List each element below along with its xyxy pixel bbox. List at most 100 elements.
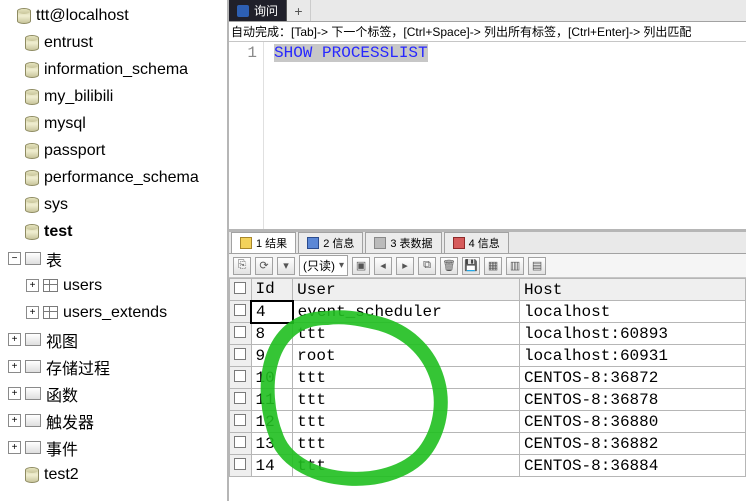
row-checkbox-cell[interactable] bbox=[230, 389, 252, 411]
expander-icon[interactable]: − bbox=[8, 252, 21, 265]
table-row[interactable]: 14tttCENTOS-8:36884 bbox=[230, 455, 746, 477]
expander-icon[interactable]: + bbox=[8, 414, 21, 427]
text-view-button[interactable]: ▤ bbox=[528, 257, 546, 275]
tree-item-sys[interactable]: sys bbox=[0, 191, 227, 218]
sql-statement[interactable]: SHOW PROCESSLIST bbox=[274, 44, 428, 62]
tree-item-performance_schema[interactable]: performance_schema bbox=[0, 164, 227, 191]
cell-host[interactable]: CENTOS-8:36880 bbox=[519, 411, 745, 433]
database-tree-sidebar: ttt@localhostentrust information_schemamy… bbox=[0, 0, 229, 501]
row-checkbox-cell[interactable] bbox=[230, 323, 252, 345]
cell-host[interactable]: CENTOS-8:36872 bbox=[519, 367, 745, 389]
cell-id[interactable]: 8 bbox=[251, 323, 293, 345]
cell-id[interactable]: 4 bbox=[251, 301, 293, 323]
cell-user[interactable]: ttt bbox=[293, 411, 520, 433]
cell-user[interactable]: ttt bbox=[293, 455, 520, 477]
refresh-button[interactable]: ⟳ bbox=[255, 257, 273, 275]
result-tab-label: 3 表数据 bbox=[390, 235, 432, 251]
table-row[interactable]: 12tttCENTOS-8:36880 bbox=[230, 411, 746, 433]
row-checkbox-cell[interactable] bbox=[230, 455, 252, 477]
cell-id[interactable]: 10 bbox=[251, 367, 293, 389]
expander-icon[interactable]: + bbox=[26, 306, 39, 319]
result-tab-2 信息[interactable]: 2 信息 bbox=[298, 232, 363, 253]
tree-item-users[interactable]: +users bbox=[0, 272, 227, 299]
table-row[interactable]: 10tttCENTOS-8:36872 bbox=[230, 367, 746, 389]
tree-item-ttt@localhost[interactable]: ttt@localhost bbox=[0, 2, 227, 29]
tree-item-passport[interactable]: passport bbox=[0, 137, 227, 164]
query-tab[interactable]: 询问 bbox=[229, 0, 287, 21]
copy-button[interactable]: ⧉ bbox=[418, 257, 436, 275]
expander-icon[interactable]: + bbox=[8, 360, 21, 373]
export-button[interactable]: ⎘ bbox=[233, 257, 251, 275]
dropdown-button[interactable]: ▾ bbox=[277, 257, 295, 275]
result-tab-4 信息[interactable]: 4 信息 bbox=[444, 232, 509, 253]
cell-id[interactable]: 12 bbox=[251, 411, 293, 433]
tree-item-表[interactable]: −表 bbox=[0, 245, 227, 272]
table-row[interactable]: 8tttlocalhost:60893 bbox=[230, 323, 746, 345]
tree-item-entrust[interactable]: entrust bbox=[0, 29, 227, 56]
result-tab-strip: 1 结果2 信息 3 表数据 4 信息 bbox=[229, 232, 746, 254]
cell-host[interactable]: localhost:60893 bbox=[519, 323, 745, 345]
cell-user[interactable]: ttt bbox=[293, 367, 520, 389]
result-tab-3 表数据[interactable]: 3 表数据 bbox=[365, 232, 441, 253]
row-checkbox-cell[interactable] bbox=[230, 367, 252, 389]
tree-item-函数[interactable]: +函数 bbox=[0, 380, 227, 407]
result-tab-icon bbox=[374, 237, 386, 249]
tree-item-视图[interactable]: +视图 bbox=[0, 326, 227, 353]
tree-item-information_schema[interactable]: information_schema bbox=[0, 56, 227, 83]
cell-user[interactable]: ttt bbox=[293, 323, 520, 345]
column-header-User[interactable]: User bbox=[293, 279, 520, 301]
prev-row-button[interactable]: ◂ bbox=[374, 257, 392, 275]
table-row[interactable]: 9rootlocalhost:60931 bbox=[230, 345, 746, 367]
row-checkbox-cell[interactable] bbox=[230, 433, 252, 455]
form-view-button[interactable]: ▥ bbox=[506, 257, 524, 275]
first-row-button[interactable]: ▣ bbox=[352, 257, 370, 275]
expander-icon[interactable]: + bbox=[26, 279, 39, 292]
cell-user[interactable]: root bbox=[293, 345, 520, 367]
delete-row-button[interactable]: 🗑 bbox=[440, 257, 458, 275]
cell-id[interactable]: 11 bbox=[251, 389, 293, 411]
table-row[interactable]: 4event_schedulerlocalhost bbox=[230, 301, 746, 323]
cell-host[interactable]: localhost:60931 bbox=[519, 345, 745, 367]
tree-item-test2[interactable]: test2 bbox=[0, 461, 227, 488]
sql-editor[interactable]: 1 SHOW PROCESSLIST bbox=[229, 42, 746, 232]
row-checkbox-cell[interactable] bbox=[230, 345, 252, 367]
cell-host[interactable]: CENTOS-8:36882 bbox=[519, 433, 745, 455]
tree-item-label: performance_schema bbox=[44, 169, 199, 187]
tree-item-my_bilibili[interactable]: my_bilibili bbox=[0, 83, 227, 110]
cell-user[interactable]: ttt bbox=[293, 389, 520, 411]
column-header-Host[interactable]: Host bbox=[519, 279, 745, 301]
grid-view-button[interactable]: ▦ bbox=[484, 257, 502, 275]
expander-icon[interactable]: + bbox=[8, 441, 21, 454]
tree-item-触发器[interactable]: +触发器 bbox=[0, 407, 227, 434]
result-tab-1 结果[interactable]: 1 结果 bbox=[231, 232, 296, 253]
tree-item-label: information_schema bbox=[44, 61, 188, 79]
select-all-header[interactable] bbox=[230, 279, 252, 301]
tree-item-test[interactable]: test bbox=[0, 218, 227, 245]
tree-item-mysql[interactable]: mysql bbox=[0, 110, 227, 137]
result-grid[interactable]: IdUserHost4event_schedulerlocalhost8tttl… bbox=[229, 278, 746, 477]
tree-item-事件[interactable]: +事件 bbox=[0, 434, 227, 461]
next-row-button[interactable]: ▸ bbox=[396, 257, 414, 275]
tree-item-存储过程[interactable]: +存储过程 bbox=[0, 353, 227, 380]
cell-host[interactable]: CENTOS-8:36884 bbox=[519, 455, 745, 477]
cell-id[interactable]: 13 bbox=[251, 433, 293, 455]
readonly-mode-select[interactable]: (只读) bbox=[299, 255, 348, 276]
cell-id[interactable]: 9 bbox=[251, 345, 293, 367]
sql-code-line[interactable]: SHOW PROCESSLIST bbox=[264, 42, 428, 229]
cell-user[interactable]: ttt bbox=[293, 433, 520, 455]
cell-host[interactable]: CENTOS-8:36878 bbox=[519, 389, 745, 411]
table-row[interactable]: 13tttCENTOS-8:36882 bbox=[230, 433, 746, 455]
database-icon bbox=[25, 467, 39, 483]
save-button[interactable]: 💾 bbox=[462, 257, 480, 275]
cell-user[interactable]: event_scheduler bbox=[293, 301, 520, 323]
expander-icon[interactable]: + bbox=[8, 387, 21, 400]
column-header-Id[interactable]: Id bbox=[251, 279, 293, 301]
table-row[interactable]: 11tttCENTOS-8:36878 bbox=[230, 389, 746, 411]
expander-icon[interactable]: + bbox=[8, 333, 21, 346]
row-checkbox-cell[interactable] bbox=[230, 301, 252, 323]
row-checkbox-cell[interactable] bbox=[230, 411, 252, 433]
cell-host[interactable]: localhost bbox=[519, 301, 745, 323]
cell-id[interactable]: 14 bbox=[251, 455, 293, 477]
tree-item-users_extends[interactable]: +users_extends bbox=[0, 299, 227, 326]
new-query-tab-button[interactable]: + bbox=[287, 0, 311, 21]
